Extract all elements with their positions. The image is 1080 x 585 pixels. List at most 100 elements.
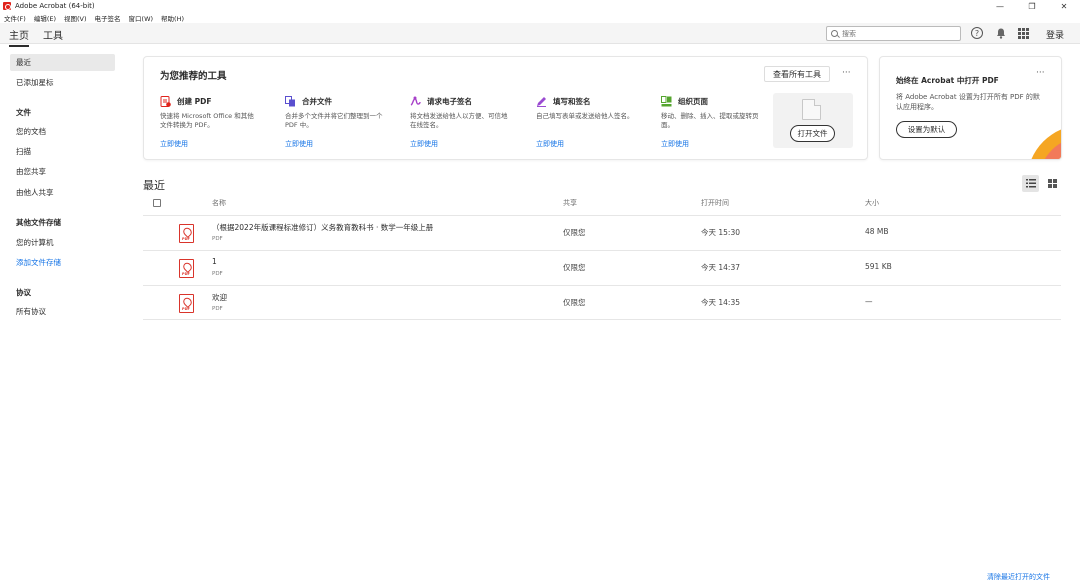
menu-edit[interactable]: 编辑(E) — [34, 13, 56, 23]
file-opened-time: 今天 14:35 — [701, 298, 740, 307]
tool-organize-pages-link[interactable]: 立即使用 — [661, 139, 689, 149]
file-name: （根据2022年版课程标准修订）义务教育教科书 · 数学一年级上册 — [212, 223, 434, 232]
file-size: 591 KB — [865, 262, 892, 271]
tool-request-esign-label: 请求电子签名 — [427, 96, 472, 106]
tool-create-pdf-link[interactable]: 立即使用 — [160, 139, 188, 149]
see-all-tools-button[interactable]: 查看所有工具 — [764, 66, 830, 82]
sidebar-item-your-computer[interactable]: 您的计算机 — [10, 234, 115, 251]
table-row[interactable]: PDF 欢迎 PDF 仅限您 今天 14:35 — — [143, 285, 1061, 320]
column-header-opened[interactable]: 打开时间 — [701, 198, 729, 208]
set-default-button[interactable]: 设置为默认 — [896, 121, 957, 138]
default-card-more-icon[interactable]: ··· — [1036, 68, 1045, 78]
column-header-name[interactable]: 名称 — [212, 198, 226, 208]
tool-combine-files-desc: 合并多个文件并将它们整理到一个 PDF 中。 — [285, 112, 383, 129]
file-share-status: 仅限您 — [563, 228, 586, 237]
tool-fill-sign-link[interactable]: 立即使用 — [536, 139, 564, 149]
restore-button[interactable]: ❐ — [1016, 0, 1048, 12]
request-esign-icon — [410, 96, 421, 107]
menu-esign[interactable]: 电子签名 — [95, 13, 121, 23]
tool-organize-pages-label: 组织页面 — [678, 96, 708, 106]
tool-create-pdf-desc: 快速将 Microsoft Office 和其他文件转换为 PDF。 — [160, 112, 254, 129]
default-card-title: 始终在 Acrobat 中打开 PDF — [896, 76, 999, 85]
tool-fill-sign-desc: 自己填写表单或发送给他人签名。 — [536, 112, 634, 120]
column-header-size[interactable]: 大小 — [865, 198, 879, 208]
close-button[interactable]: ✕ — [1048, 0, 1080, 12]
tools-card-title: 为您推荐的工具 — [160, 71, 227, 82]
open-file-button[interactable]: 打开文件 — [790, 125, 835, 142]
tool-request-esign[interactable]: 请求电子签名 将文档发送给他人以方便、可信地在线签名。 — [410, 95, 520, 130]
tool-request-esign-desc: 将文档发送给他人以方便、可信地在线签名。 — [410, 112, 508, 129]
window-controls: — ❐ ✕ — [984, 0, 1080, 12]
tool-fill-sign-label: 填写和签名 — [553, 96, 591, 106]
organize-pages-icon — [661, 95, 672, 107]
tool-combine-files[interactable]: 合并文件 合并多个文件并将它们整理到一个 PDF 中。 — [285, 95, 395, 130]
apps-grid-icon[interactable] — [1017, 27, 1030, 40]
file-type: PDF — [212, 306, 223, 312]
sidebar: 最近 已添加星标 文件 您的文档 扫描 由您共享 由他人共享 其他文件存储 您的… — [0, 45, 130, 585]
sidebar-item-shared-by-you[interactable]: 由您共享 — [10, 163, 115, 180]
default-card-desc: 将 Adobe Acrobat 设置为打开所有 PDF 的默认应用程序。 — [896, 93, 1040, 111]
tool-create-pdf[interactable]: 创建 PDF 快速将 Microsoft Office 和其他文件转换为 PDF… — [160, 95, 270, 130]
list-view-icon[interactable] — [1022, 175, 1039, 192]
tool-organize-pages-desc: 移动、删除、插入、提取或旋转页面。 — [661, 112, 759, 129]
file-type: PDF — [212, 271, 223, 277]
sidebar-item-add-storage[interactable]: 添加文件存储 — [10, 254, 115, 271]
search-input[interactable] — [842, 29, 952, 38]
sidebar-item-scan[interactable]: 扫描 — [10, 143, 115, 160]
sidebar-item-shared-by-others[interactable]: 由他人共享 — [10, 184, 115, 201]
clear-recent-files-link[interactable]: 清除最近打开的文件 — [987, 572, 1050, 582]
open-file-panel: 打开文件 — [773, 93, 853, 148]
sidebar-heading-agreements: 协议 — [16, 288, 31, 297]
tool-create-pdf-label: 创建 PDF — [177, 96, 212, 106]
file-opened-time: 今天 15:30 — [701, 228, 740, 237]
tool-organize-pages[interactable]: 组织页面 移动、删除、插入、提取或旋转页面。 — [661, 95, 771, 130]
file-share-status: 仅限您 — [563, 298, 586, 307]
default-app-card: ··· 始终在 Acrobat 中打开 PDF 将 Adobe Acrobat … — [879, 56, 1062, 160]
document-placeholder-icon — [802, 99, 821, 120]
menu-window[interactable]: 窗口(W) — [129, 13, 154, 23]
tool-fill-sign[interactable]: 填写和签名 自己填写表单或发送给他人签名。 — [536, 95, 646, 121]
tool-combine-files-link[interactable]: 立即使用 — [285, 139, 313, 149]
menu-file[interactable]: 文件(F) — [4, 13, 26, 23]
menu-view[interactable]: 视图(V) — [64, 13, 87, 23]
pdf-file-icon: PDF — [179, 259, 194, 278]
sidebar-item-all-agreements[interactable]: 所有协议 — [10, 303, 115, 320]
sidebar-heading-files: 文件 — [16, 108, 31, 117]
file-type: PDF — [212, 236, 223, 242]
create-pdf-icon — [160, 95, 171, 107]
combine-files-icon — [285, 95, 296, 107]
recommended-tools-card: 为您推荐的工具 查看所有工具 ··· 创建 PDF 快速将 Microsoft … — [143, 56, 868, 160]
window-title: Adobe Acrobat (64-bit) — [15, 2, 95, 10]
title-bar: Adobe Acrobat (64-bit) — ❐ ✕ — [0, 0, 1080, 12]
table-row[interactable]: PDF 1 PDF 仅限您 今天 14:37 591 KB — [143, 250, 1061, 285]
file-share-status: 仅限您 — [563, 263, 586, 272]
select-all-checkbox[interactable] — [153, 199, 161, 207]
sidebar-heading-other-storage: 其他文件存储 — [16, 218, 61, 227]
file-name: 1 — [212, 257, 217, 266]
menu-bar: 文件(F) 编辑(E) 视图(V) 电子签名 窗口(W) 帮助(H) — [0, 12, 1080, 23]
minimize-button[interactable]: — — [984, 0, 1016, 12]
tool-request-esign-link[interactable]: 立即使用 — [410, 139, 438, 149]
menu-help[interactable]: 帮助(H) — [161, 13, 184, 23]
file-name: 欢迎 — [212, 293, 227, 302]
column-header-share[interactable]: 共享 — [563, 198, 577, 208]
login-link[interactable]: 登录 — [1046, 28, 1064, 41]
decorative-rainbow-illustration — [1031, 129, 1061, 159]
pdf-file-icon: PDF — [179, 224, 194, 243]
grid-view-icon[interactable] — [1044, 175, 1061, 192]
tools-more-menu-icon[interactable]: ··· — [842, 68, 851, 78]
search-box[interactable] — [826, 26, 961, 41]
file-opened-time: 今天 14:37 — [701, 263, 740, 272]
table-row[interactable]: PDF （根据2022年版课程标准修订）义务教育教科书 · 数学一年级上册 PD… — [143, 215, 1061, 250]
sidebar-item-recent[interactable]: 最近 — [10, 54, 115, 71]
tab-tools[interactable]: 工具 — [43, 27, 63, 42]
help-icon[interactable]: ? — [971, 27, 983, 39]
sidebar-item-starred[interactable]: 已添加星标 — [10, 74, 115, 91]
acrobat-logo-icon — [3, 2, 11, 10]
notification-bell-icon[interactable] — [994, 27, 1007, 40]
tab-bar: 主页 工具 ? 登录 — [0, 23, 1080, 47]
pdf-file-icon: PDF — [179, 294, 194, 313]
sidebar-item-your-docs[interactable]: 您的文档 — [10, 123, 115, 140]
fill-sign-icon — [536, 96, 547, 107]
tab-home[interactable]: 主页 — [9, 27, 29, 47]
